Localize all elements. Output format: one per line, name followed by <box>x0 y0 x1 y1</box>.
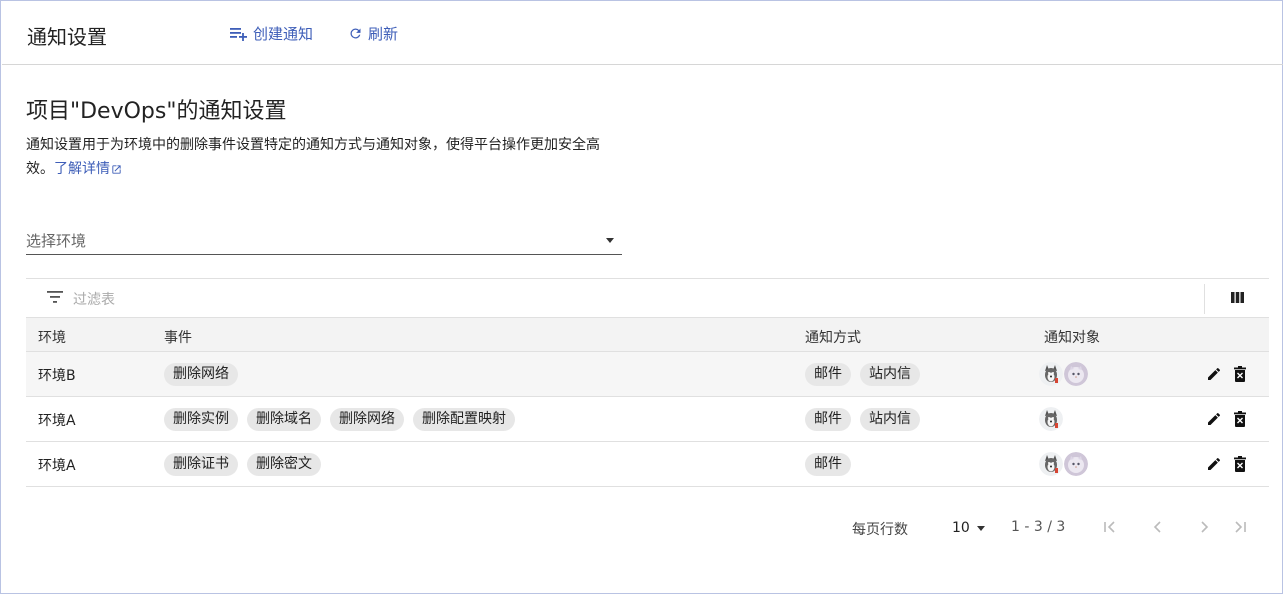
env-cell: 环境A <box>38 458 76 474</box>
delete-icon[interactable] <box>1233 366 1247 382</box>
method-chips: 邮件 站内信 <box>805 408 920 431</box>
filter-divider <box>1204 284 1205 314</box>
cat-avatar <box>1064 452 1088 476</box>
delete-icon[interactable] <box>1233 411 1247 427</box>
last-page-icon[interactable] <box>1233 520 1247 534</box>
environment-select[interactable]: 选择环境 <box>26 225 622 255</box>
event-chips: 删除网络 <box>164 363 238 386</box>
column-header-env: 环境 <box>38 330 66 346</box>
event-chip: 删除实例 <box>164 408 238 431</box>
filter-input[interactable]: 过滤表 <box>73 289 115 309</box>
refresh-label: 刷新 <box>368 25 399 43</box>
event-chip: 删除证书 <box>164 453 238 476</box>
top-bar: 通知设置 创建通知 刷新 <box>2 2 1283 65</box>
row-actions <box>1206 366 1247 382</box>
refresh-icon <box>350 28 361 39</box>
chevron-down-icon <box>606 238 614 243</box>
environment-select-label: 选择环境 <box>26 232 87 250</box>
edit-icon[interactable] <box>1206 456 1222 472</box>
notification-table: 环境 事件 通知方式 通知对象 环境B 删除网络 邮件 站内信 环境A 删除实例… <box>26 317 1269 487</box>
method-chip: 邮件 <box>805 408 851 431</box>
prev-page-icon[interactable] <box>1151 520 1165 534</box>
create-notification-label: 创建通知 <box>253 25 314 43</box>
recipient-avatars <box>1039 407 1063 431</box>
playlist-add-icon <box>230 27 247 41</box>
first-page-icon[interactable] <box>1103 520 1117 534</box>
delete-icon[interactable] <box>1233 456 1247 472</box>
method-chip: 站内信 <box>860 363 920 386</box>
pagination: 每页行数 10 1 - 3 / 3 <box>1 518 1283 538</box>
edit-icon[interactable] <box>1206 366 1222 382</box>
column-header-recipients: 通知对象 <box>1044 330 1100 346</box>
event-chip: 删除密文 <box>247 453 321 476</box>
page-range: 1 - 3 / 3 <box>1011 519 1066 535</box>
husky-avatar <box>1039 407 1063 431</box>
column-header-events: 事件 <box>164 330 192 346</box>
rows-per-page-select[interactable]: 10 <box>952 520 985 536</box>
event-chip: 删除网络 <box>330 408 404 431</box>
table-row[interactable]: 环境B 删除网络 邮件 站内信 <box>26 352 1269 397</box>
table-row[interactable]: 环境A 删除实例 删除域名 删除网络 删除配置映射 邮件 站内信 <box>26 397 1269 442</box>
external-link-icon <box>112 164 121 174</box>
event-chip: 删除配置映射 <box>413 408 515 431</box>
table-row[interactable]: 环境A 删除证书 删除密文 邮件 <box>26 442 1269 487</box>
row-actions <box>1206 456 1247 472</box>
filter-bar: 过滤表 <box>26 278 1269 317</box>
column-header-methods: 通知方式 <box>805 330 861 346</box>
learn-more-label: 了解详情 <box>54 161 110 177</box>
method-chip: 邮件 <box>805 363 851 386</box>
row-actions <box>1206 411 1247 427</box>
cat-avatar <box>1064 362 1088 386</box>
method-chips: 邮件 站内信 <box>805 363 920 386</box>
method-chip: 邮件 <box>805 453 851 476</box>
app-window: 通知设置 创建通知 刷新 项目"DevOps"的通知设置 通知设置用于为环境中的… <box>0 0 1283 594</box>
method-chip: 站内信 <box>860 408 920 431</box>
table-header: 环境 事件 通知方式 通知对象 <box>26 317 1269 352</box>
page-title: 项目"DevOps"的通知设置 <box>26 99 287 124</box>
env-cell: 环境A <box>38 413 76 429</box>
learn-more-link[interactable]: 了解详情 <box>54 161 122 177</box>
columns-icon[interactable] <box>1231 292 1244 303</box>
recipient-avatars <box>1039 362 1088 386</box>
filter-icon <box>47 291 63 303</box>
husky-avatar <box>1039 362 1063 386</box>
create-notification-button[interactable]: 创建通知 <box>230 23 313 44</box>
rows-per-page-label: 每页行数 <box>852 522 908 538</box>
edit-icon[interactable] <box>1206 411 1222 427</box>
recipient-avatars <box>1039 452 1088 476</box>
description: 通知设置用于为环境中的删除事件设置特定的通知方式与通知对象，使得平台操作更加安全… <box>26 133 626 181</box>
event-chip: 删除网络 <box>164 363 238 386</box>
husky-avatar <box>1039 452 1063 476</box>
env-cell: 环境B <box>38 368 76 384</box>
chevron-down-icon <box>976 525 985 531</box>
event-chip: 删除域名 <box>247 408 321 431</box>
refresh-button[interactable]: 刷新 <box>348 23 398 44</box>
event-chips: 删除实例 删除域名 删除网络 删除配置映射 <box>164 408 515 431</box>
next-page-icon[interactable] <box>1197 520 1211 534</box>
app-title: 通知设置 <box>27 25 107 49</box>
rows-per-page-value: 10 <box>952 520 970 536</box>
method-chips: 邮件 <box>805 453 851 476</box>
event-chips: 删除证书 删除密文 <box>164 453 321 476</box>
